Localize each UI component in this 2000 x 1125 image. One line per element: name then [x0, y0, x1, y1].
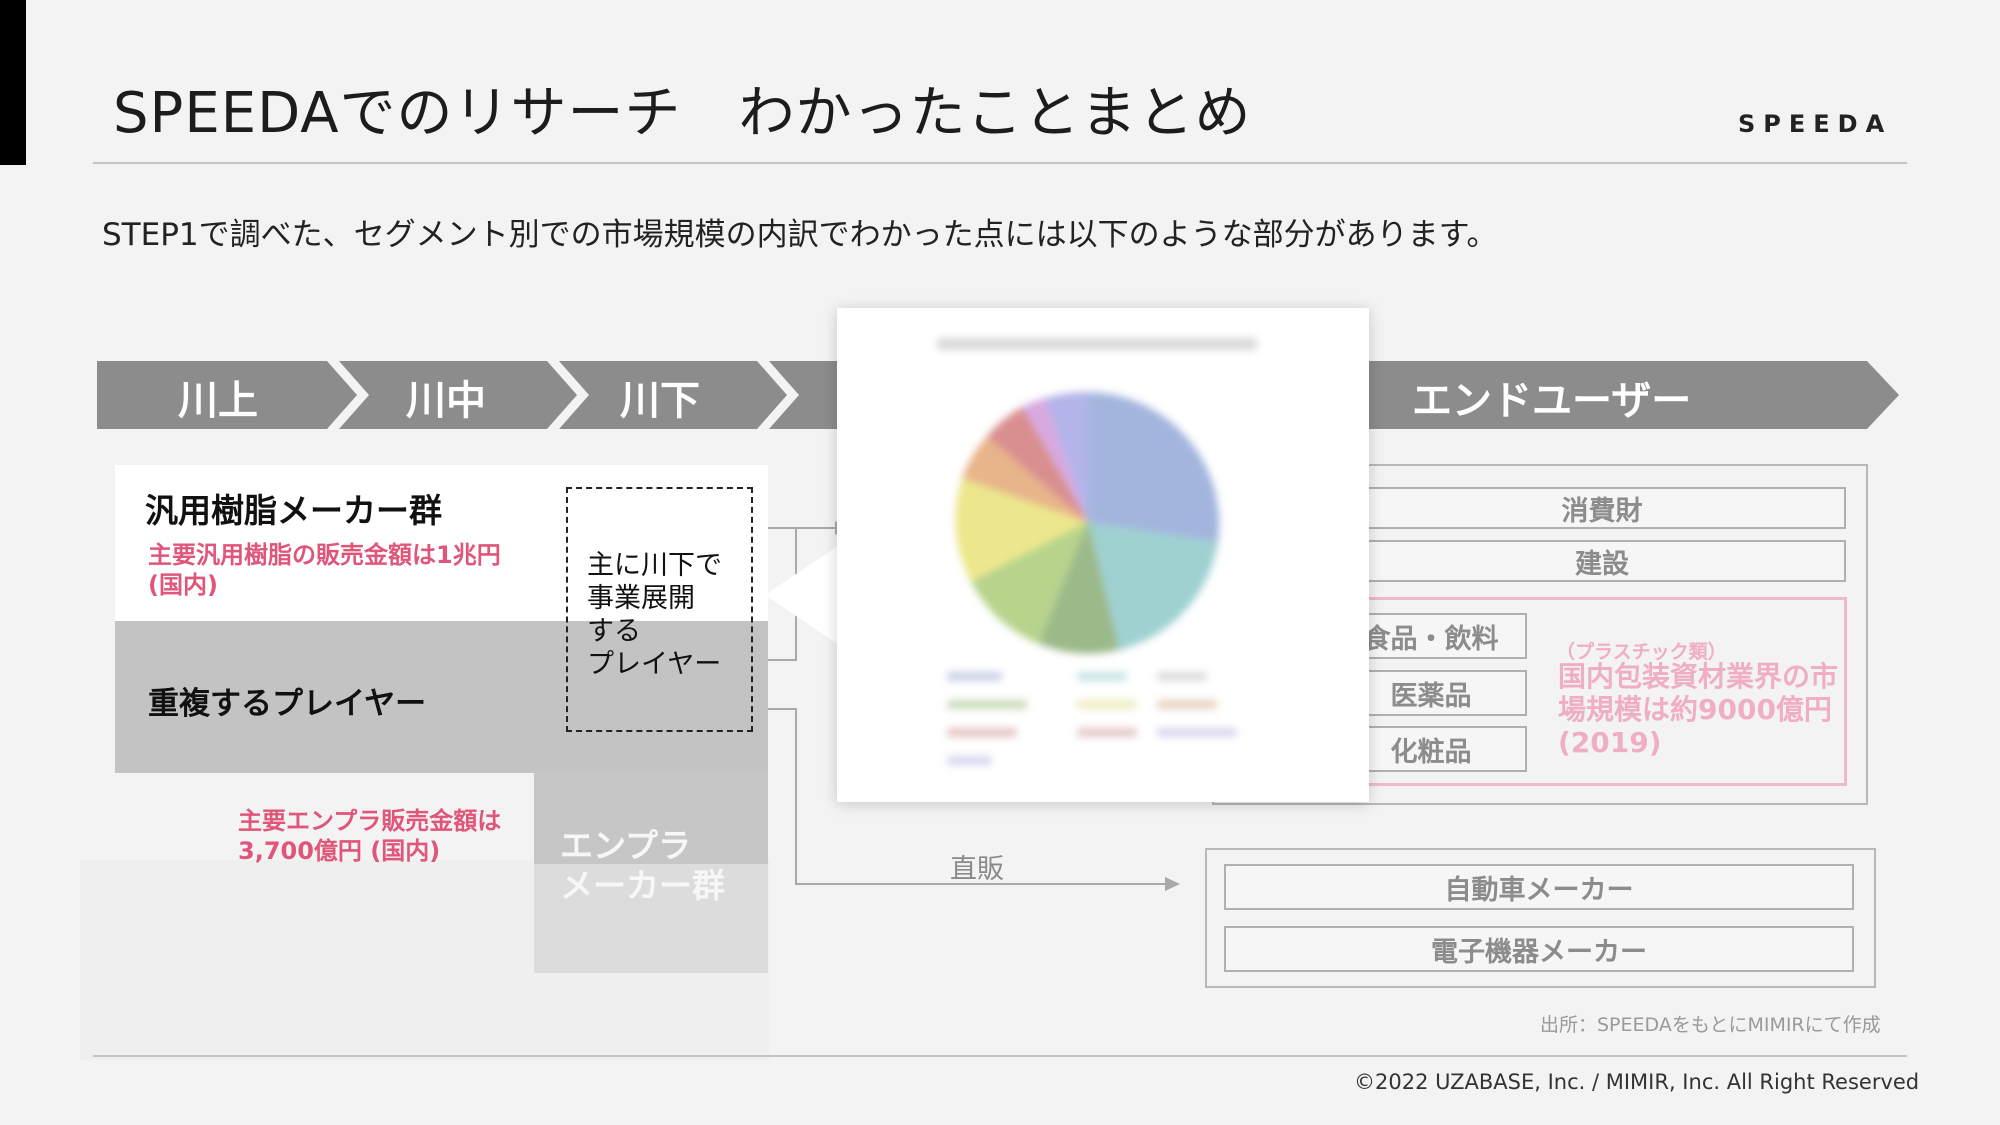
copyright: ©2022 UZABASE, Inc. / MIMIR, Inc. All Ri… — [1354, 1070, 1920, 1094]
direct-sales-label: 直販 — [950, 854, 1004, 885]
legend-entry-3 — [1157, 672, 1207, 681]
legend-entry-4 — [947, 700, 1027, 709]
packaging-note: 国内包装資材業界の市場規模は約9000億円(2019) — [1558, 660, 1839, 759]
end-user-automaker: 自動車メーカー — [1224, 864, 1854, 910]
connector-direct-arrowhead — [1165, 877, 1180, 891]
legend-entry-1 — [947, 672, 1002, 681]
pie-slice-1 — [1088, 392, 1220, 542]
source-note: 出所：SPEEDAをもとにMIMIRにて作成 — [1540, 1014, 1881, 1036]
footer-divider — [93, 1055, 1907, 1057]
legend-entry-5 — [1077, 700, 1137, 709]
end-user-electronics-maker: 電子機器メーカー — [1224, 926, 1854, 972]
legend-entry-9 — [1157, 728, 1237, 737]
blurred-pie-chart — [937, 338, 1257, 765]
end-user-consumer-goods: 消費財 — [1358, 487, 1846, 529]
legend-entry-7 — [947, 728, 1017, 737]
blurred-chart-title — [937, 338, 1257, 350]
legend-entry-8 — [1077, 728, 1137, 737]
legend-entry-10 — [947, 756, 992, 765]
legend-entry-6 — [1157, 700, 1217, 709]
popup-pointer — [765, 545, 839, 645]
end-user-construction: 建設 — [1358, 540, 1846, 582]
legend-entry-2 — [1077, 672, 1127, 681]
blurred-pie-chart-popup — [837, 308, 1369, 802]
blurred-chart-content — [937, 338, 1257, 765]
